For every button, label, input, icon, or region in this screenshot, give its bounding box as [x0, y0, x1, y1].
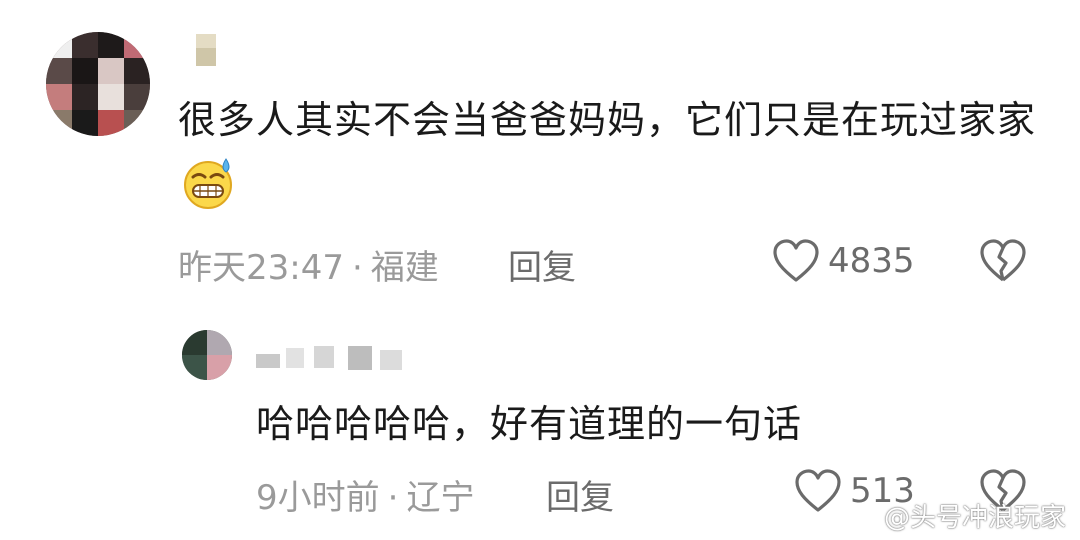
reply-time: 9小时前 [256, 478, 380, 518]
avatar[interactable] [46, 32, 150, 136]
comment-text: 很多人其实不会当爸爸妈妈，它们只是在玩过家家 [178, 88, 1058, 216]
meta-separator: · [387, 478, 399, 518]
reply-button[interactable]: 回复 [546, 470, 614, 519]
broken-heart-icon[interactable] [978, 238, 1028, 284]
username-redacted[interactable] [256, 344, 406, 370]
heart-outline-icon [795, 469, 841, 512]
like-count: 4835 [828, 241, 915, 281]
cold-sweat-grin-emoji [184, 157, 232, 209]
reply-location: 辽宁 [406, 478, 475, 518]
reply-text: 哈哈哈哈哈，好有道理的一句话 [256, 402, 803, 446]
comment-location: 福建 [370, 248, 439, 288]
username-redacted[interactable] [196, 34, 216, 66]
comment-time: 昨天23:47 [178, 248, 344, 288]
watermark: @头号冲浪玩家 [850, 497, 1066, 534]
reply-button[interactable]: 回复 [508, 240, 576, 289]
like-button[interactable]: 4835 [772, 238, 915, 284]
reply-meta: 9小时前 · 辽宁 [256, 470, 474, 519]
heart-outline-icon [773, 239, 819, 282]
watermark-text: @头号冲浪玩家 [883, 503, 1066, 533]
comment-body: 很多人其实不会当爸爸妈妈，它们只是在玩过家家 [178, 98, 1037, 142]
avatar[interactable] [182, 330, 232, 380]
weibo-logo-icon [850, 505, 878, 528]
meta-separator: · [351, 248, 363, 288]
comment-meta: 昨天23:47 · 福建 [178, 240, 439, 289]
